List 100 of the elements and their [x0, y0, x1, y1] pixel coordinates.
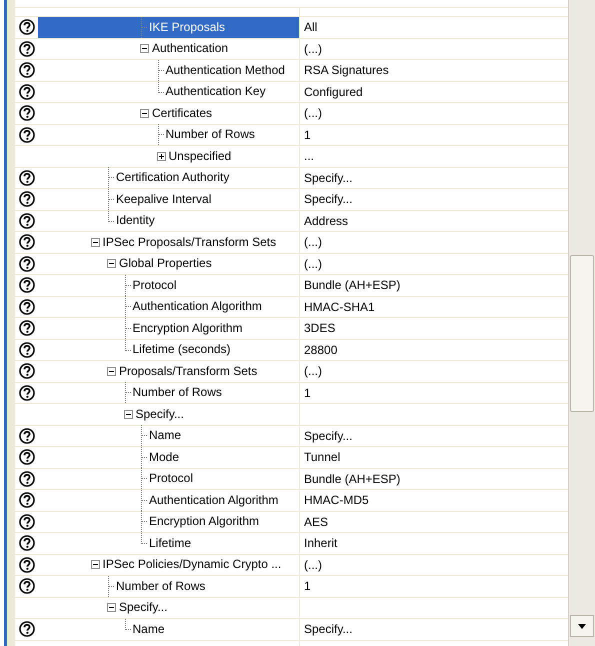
help-icon[interactable]: [18, 126, 34, 143]
help-icon[interactable]: [18, 191, 34, 208]
collapse-icon[interactable]: [140, 44, 149, 54]
help-icon[interactable]: [18, 105, 34, 122]
help-icon[interactable]: [18, 170, 34, 186]
property-value[interactable]: 1: [304, 126, 311, 144]
property-value[interactable]: (...): [304, 362, 322, 380]
help-icon[interactable]: [18, 342, 34, 358]
scroll-down-button[interactable]: [570, 615, 594, 637]
help-icon[interactable]: [18, 578, 34, 594]
property-name[interactable]: Global Properties: [118, 254, 213, 274]
help-icon[interactable]: [18, 449, 34, 466]
property-value[interactable]: Configured: [304, 82, 363, 101]
property-value[interactable]: AES: [304, 512, 328, 531]
property-name[interactable]: Proposals/Transform Sets: [118, 362, 258, 381]
collapse-icon[interactable]: [90, 560, 100, 570]
property-value[interactable]: (...): [304, 40, 322, 58]
help-icon[interactable]: [18, 621, 34, 638]
property-value[interactable]: Address: [304, 212, 348, 230]
property-value[interactable]: (...): [304, 233, 322, 252]
help-icon[interactable]: [18, 277, 34, 294]
property-value[interactable]: 3DES: [304, 319, 336, 338]
property-value[interactable]: Tunnel: [304, 448, 340, 466]
property-value[interactable]: (...): [304, 104, 322, 122]
help-icon[interactable]: [18, 19, 34, 36]
property-name[interactable]: IPSec Proposals/Transform Sets: [102, 232, 278, 252]
property-value[interactable]: Specify...: [304, 168, 352, 187]
property-name[interactable]: IPSec Policies/Dynamic Crypto ...: [102, 555, 282, 574]
help-icon[interactable]: [18, 514, 34, 530]
help-icon[interactable]: [18, 363, 34, 380]
property-name[interactable]: Lifetime (seconds): [132, 340, 232, 360]
property-name[interactable]: Authentication Algorithm: [132, 297, 263, 316]
help-icon[interactable]: [18, 492, 34, 508]
property-value[interactable]: 1: [304, 577, 311, 596]
help-icon[interactable]: [18, 556, 34, 573]
property-value[interactable]: 1: [304, 384, 311, 402]
property-name[interactable]: Authentication Method: [164, 60, 286, 80]
property-value[interactable]: RSA Signatures: [304, 61, 389, 80]
scrollbar-thumb[interactable]: [570, 255, 594, 412]
help-icon[interactable]: [18, 40, 34, 57]
property-value[interactable]: (...): [304, 254, 322, 273]
property-value[interactable]: Bundle (AH+ESP): [304, 276, 400, 294]
tree-line: [140, 425, 149, 446]
help-icon[interactable]: [18, 298, 34, 315]
help-icon[interactable]: [18, 470, 34, 487]
property-name[interactable]: Encryption Algorithm: [132, 318, 244, 338]
tree-line: [140, 490, 149, 511]
help-icon[interactable]: [18, 62, 34, 78]
scrollbar-track[interactable]: [568, 0, 595, 646]
property-value[interactable]: 28800: [304, 340, 338, 359]
property-name[interactable]: Name: [148, 426, 182, 446]
property-value[interactable]: Specify...: [304, 620, 352, 638]
collapse-icon[interactable]: [140, 108, 149, 118]
collapse-icon[interactable]: [107, 603, 116, 612]
property-name[interactable]: Keepalive Interval: [115, 190, 212, 209]
down-arrow-icon: [578, 624, 586, 628]
property-name[interactable]: Specify...: [118, 598, 168, 618]
property-name[interactable]: Authentication Key: [164, 82, 267, 102]
property-value[interactable]: (...): [304, 556, 322, 574]
property-name[interactable]: Name: [132, 620, 166, 639]
property-value[interactable]: Bundle (AH+ESP): [304, 470, 400, 488]
help-icon[interactable]: [18, 320, 34, 336]
collapse-icon[interactable]: [124, 410, 132, 419]
help-icon[interactable]: [18, 428, 34, 444]
collapse-icon[interactable]: [107, 259, 116, 268]
help-icon[interactable]: [18, 234, 34, 250]
property-name[interactable]: Number of Rows: [115, 576, 206, 596]
property-name[interactable]: Mode: [148, 448, 180, 467]
property-name[interactable]: Specify...: [134, 404, 185, 424]
property-name[interactable]: Identity: [115, 211, 156, 230]
help-icon[interactable]: [18, 84, 34, 100]
property-value[interactable]: Inherit: [304, 534, 338, 552]
tree-line: [124, 382, 132, 404]
property-value[interactable]: HMAC-MD5: [304, 491, 369, 510]
property-name[interactable]: Number of Rows: [132, 383, 223, 402]
property-name[interactable]: Number of Rows: [164, 125, 256, 144]
property-name[interactable]: Lifetime: [148, 534, 192, 553]
property-value[interactable]: HMAC-SHA1: [304, 298, 375, 316]
expand-icon[interactable]: [156, 152, 166, 161]
tree-line: [156, 124, 166, 146]
property-name[interactable]: Protocol: [132, 276, 178, 295]
property-value[interactable]: All: [304, 18, 318, 36]
tree-line: [140, 16, 149, 38]
property-value[interactable]: Specify...: [304, 426, 352, 445]
help-icon[interactable]: [18, 256, 34, 272]
help-icon[interactable]: [18, 212, 34, 229]
help-icon[interactable]: [18, 535, 34, 552]
property-name[interactable]: Certificates: [151, 104, 214, 123]
collapse-icon[interactable]: [90, 238, 100, 247]
property-name[interactable]: Encryption Algorithm: [148, 512, 260, 532]
property-name[interactable]: Protocol: [148, 469, 194, 488]
property-name[interactable]: Authentication Algorithm: [148, 490, 280, 510]
collapse-icon[interactable]: [107, 366, 116, 376]
property-name[interactable]: Certification Authority: [115, 168, 230, 188]
property-value[interactable]: ...: [304, 147, 314, 166]
property-value[interactable]: Specify...: [304, 190, 352, 208]
tree-line: [140, 446, 149, 468]
property-name[interactable]: Authentication: [151, 39, 230, 58]
help-icon[interactable]: [18, 384, 34, 401]
property-name[interactable]: Unspecified: [168, 146, 232, 166]
